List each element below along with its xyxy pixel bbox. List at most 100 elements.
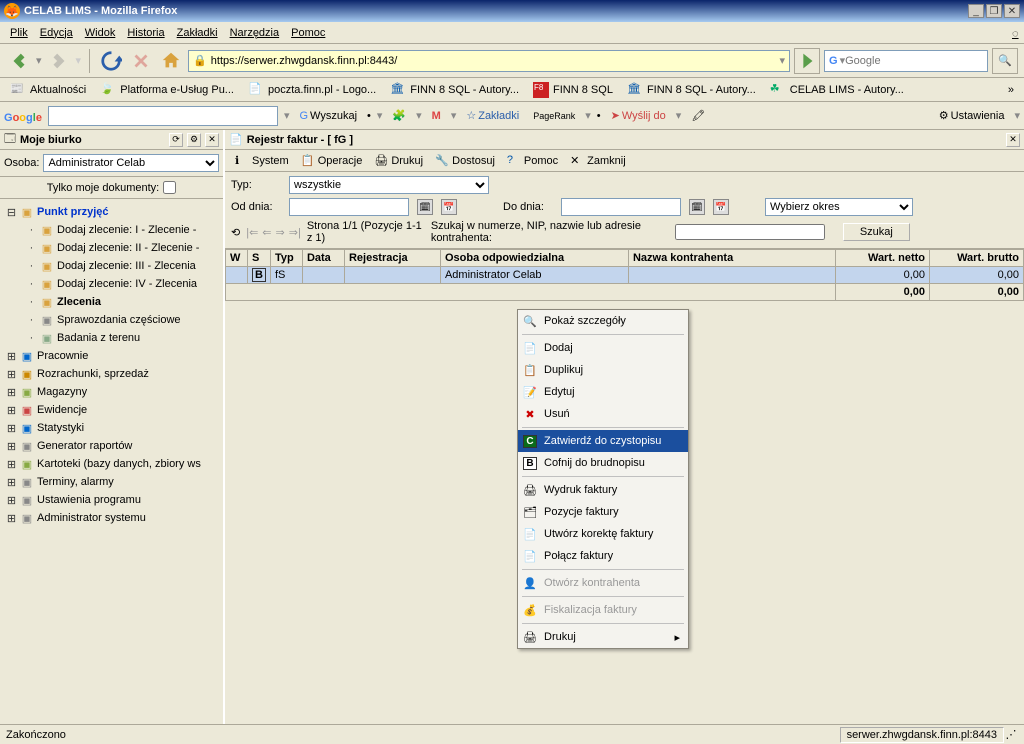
search-button[interactable]: Szukaj <box>843 223 910 241</box>
stop-button[interactable] <box>128 48 154 74</box>
osoba-select[interactable]: Administrator Celab <box>43 154 219 172</box>
bookmark-item[interactable]: 🍃Platforma e-Usług Pu... <box>94 80 240 100</box>
bookmark-item[interactable]: 📄poczta.finn.pl - Logo... <box>242 80 382 100</box>
menu-historia[interactable]: Historia <box>121 25 170 41</box>
od-dnia-input[interactable] <box>289 198 409 216</box>
content-close[interactable]: ✕ <box>1006 133 1020 147</box>
context-menu-item[interactable]: 🔍Pokaż szczegóły <box>518 310 688 332</box>
context-menu-item[interactable]: 📋Duplikuj <box>518 359 688 381</box>
tree-item[interactable]: ·▣Dodaj zlecenie: I - Zlecenie - <box>0 221 223 239</box>
calendar-icon[interactable]: 🗓 <box>417 199 433 215</box>
toolbar-dostosuj[interactable]: 🔧Dostosuj <box>431 153 499 169</box>
gmail-icon[interactable]: M <box>428 110 445 122</box>
context-menu-item[interactable]: 🗂Pozycje faktury <box>518 501 688 523</box>
tree-item[interactable]: ·▣Dodaj zlecenie: II - Zlecenie - <box>0 239 223 257</box>
bookmark-item[interactable]: 🏛FINN 8 SQL - Autory... <box>384 80 525 100</box>
col-osoba[interactable]: Osoba odpowiedzialna <box>440 250 628 267</box>
toolbar-operacje[interactable]: 📋Operacje <box>297 153 367 169</box>
tree-item[interactable]: ⊞▣Magazyny <box>0 383 223 401</box>
bookmark-item[interactable]: 🏛FINN 8 SQL - Autory... <box>621 80 762 100</box>
tree-item[interactable]: ·▣Badania z terenu <box>0 329 223 347</box>
search-field[interactable] <box>675 224 825 240</box>
search-bar[interactable]: G▾ <box>824 50 988 72</box>
tree-item[interactable]: ·▣Sprawozdania częściowe <box>0 311 223 329</box>
close-button[interactable]: ✕ <box>1004 4 1020 18</box>
home-button[interactable] <box>158 48 184 74</box>
url-input[interactable] <box>211 55 776 67</box>
menu-edycja[interactable]: Edycja <box>34 25 79 41</box>
context-menu-item[interactable]: 📄Utwórz korektę faktury <box>518 523 688 545</box>
tree-item[interactable]: ⊞▣Administrator systemu <box>0 509 223 527</box>
tree-item[interactable]: ⊞▣Kartoteki (bazy danych, zbiory ws <box>0 455 223 473</box>
toolbar-zamknij[interactable]: ✕Zamknij <box>566 153 630 169</box>
context-menu-item[interactable]: ✖Usuń <box>518 403 688 425</box>
tree-item[interactable]: ⊞▣Rozrachunki, sprzedaż <box>0 365 223 383</box>
tree-item[interactable]: ⊞▣Terminy, alarmy <box>0 473 223 491</box>
menu-pomoc[interactable]: Pomoc <box>285 25 331 41</box>
tree-item[interactable]: ⊞▣Generator raportów <box>0 437 223 455</box>
menu-narzedzia[interactable]: Narzędzia <box>224 25 286 41</box>
col-data[interactable]: Data <box>302 250 344 267</box>
menu-widok[interactable]: Widok <box>79 25 122 41</box>
menu-zakladki[interactable]: Zakładki <box>171 25 224 41</box>
bookmark-item[interactable]: 📰Aktualności <box>4 80 92 100</box>
pagerank-btn[interactable]: PageRank <box>529 111 579 121</box>
reload-button[interactable] <box>98 48 124 74</box>
search-input[interactable] <box>845 55 987 67</box>
search-go-button[interactable]: 🔍 <box>992 48 1018 74</box>
send-btn[interactable]: ➤ Wyślij do <box>607 109 670 122</box>
do-dnia-input[interactable] <box>561 198 681 216</box>
context-menu-item[interactable]: 📄Dodaj <box>518 337 688 359</box>
tylko-moje-checkbox[interactable] <box>163 181 176 194</box>
tree-item[interactable]: ⊞▣Statystyki <box>0 419 223 437</box>
col-s[interactable]: S <box>248 250 271 267</box>
bookmarks-overflow[interactable]: » <box>1002 84 1020 96</box>
highlight-btn[interactable]: 🖍 <box>687 109 709 122</box>
tree-item[interactable]: ⊞▣Ewidencje <box>0 401 223 419</box>
col-w[interactable]: W <box>226 250 248 267</box>
calendar-icon[interactable]: 🗓 <box>689 199 705 215</box>
toolbar-system[interactable]: ℹSystem <box>231 153 293 169</box>
google-search-input[interactable] <box>48 106 278 126</box>
context-menu-item[interactable]: CZatwierdź do czystopisu <box>518 430 688 452</box>
maximize-button[interactable]: ❐ <box>986 4 1002 18</box>
toolbar-drukuj[interactable]: 🖨Drukuj <box>370 153 427 169</box>
context-menu-item[interactable]: 📄Połącz faktury <box>518 545 688 567</box>
context-menu-item[interactable]: BCofnij do brudnopisu <box>518 452 688 474</box>
col-rejestracja[interactable]: Rejestracja <box>344 250 440 267</box>
menu-plik[interactable]: Plik <box>4 25 34 41</box>
refresh-icon[interactable]: ⟲ <box>231 226 240 239</box>
url-bar[interactable]: 🔒 ▾ <box>188 50 790 72</box>
calendar-icon[interactable]: 📅 <box>441 199 457 215</box>
sidebar-close[interactable]: ✕ <box>205 133 219 147</box>
col-netto[interactable]: Wart. netto <box>836 250 930 267</box>
tree-item[interactable]: ⊞▣Pracownie <box>0 347 223 365</box>
tree-item[interactable]: ·▣Dodaj zlecenie: III - Zlecenia <box>0 257 223 275</box>
minimize-button[interactable]: _ <box>968 4 984 18</box>
tree-item[interactable]: ⊟▣Punkt przyjęć <box>0 203 223 221</box>
sidebar-gear[interactable]: ⚙ <box>187 133 201 147</box>
forward-button[interactable] <box>46 48 72 74</box>
go-button[interactable] <box>794 48 820 74</box>
okres-select[interactable]: Wybierz okres <box>765 198 913 216</box>
bookmark-item[interactable]: F8FINN 8 SQL <box>527 80 619 100</box>
gtb-btn[interactable]: 🧩 <box>388 109 410 122</box>
col-brutto[interactable]: Wart. brutto <box>930 250 1024 267</box>
context-menu-item[interactable]: 🖨Wydruk faktury <box>518 479 688 501</box>
calendar-icon[interactable]: 📅 <box>713 199 729 215</box>
bookmark-star-icon[interactable]: ☆ Zakładki <box>462 109 523 122</box>
typ-select[interactable]: wszystkie <box>289 176 489 194</box>
context-menu-item[interactable]: 📝Edytuj <box>518 381 688 403</box>
settings-btn[interactable]: ⚙ Ustawienia <box>935 109 1009 122</box>
toolbar-pomoc[interactable]: ?Pomoc <box>503 153 562 169</box>
page-nav[interactable]: |⇐⇐⇒⇒| <box>244 226 303 239</box>
col-kontrahent[interactable]: Nazwa kontrahenta <box>628 250 835 267</box>
tree-item[interactable]: ·▣Zlecenia <box>0 293 223 311</box>
sidebar-refresh[interactable]: ⟳ <box>169 133 183 147</box>
table-row[interactable]: B fS Administrator Celab 0,00 0,00 <box>226 267 1024 284</box>
context-menu-item[interactable]: 🖨Drukuj▸ <box>518 626 688 648</box>
tree-item[interactable]: ⊞▣Ustawienia programu <box>0 491 223 509</box>
tree-item[interactable]: ·▣Dodaj zlecenie: IV - Zlecenia <box>0 275 223 293</box>
back-button[interactable] <box>6 48 32 74</box>
google-search-button[interactable]: G Wyszukaj <box>295 110 361 122</box>
